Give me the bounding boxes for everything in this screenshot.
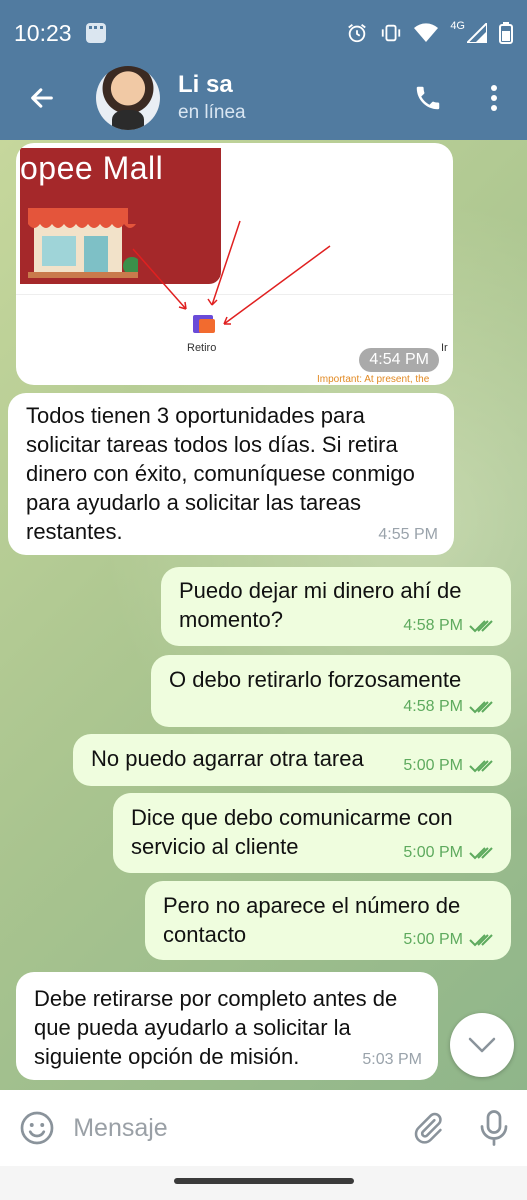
message-time: 5:00 PM	[403, 751, 495, 780]
network-type: 4G	[450, 20, 465, 32]
vibrate-icon	[382, 24, 401, 42]
double-check-icon	[469, 759, 493, 772]
chat-title: Li sa	[178, 71, 233, 98]
double-check-icon	[469, 700, 493, 713]
side-label: Ir	[441, 342, 448, 354]
retiro-label: Retiro	[187, 342, 217, 354]
message-bubble[interactable]: O debo retirarlo forzosamente 4:58 PM	[151, 655, 511, 727]
double-check-icon	[469, 619, 493, 632]
message-bubble[interactable]: Pero no aparece el número de contacto 5:…	[145, 881, 511, 960]
system-nav-bar	[0, 1166, 527, 1200]
message-time: 4:54 PM	[359, 348, 439, 372]
message-time: 4:58 PM	[403, 692, 495, 721]
call-button[interactable]	[395, 56, 461, 140]
message-time: 5:03 PM	[362, 1045, 422, 1074]
time-text: 4:55 PM	[378, 526, 438, 543]
message-time: 5:00 PM	[403, 838, 495, 867]
voice-message-button[interactable]	[461, 1090, 527, 1166]
signal-icon	[467, 23, 487, 43]
chat-title-area[interactable]: Li sa en línea	[178, 70, 246, 126]
time-text: 4:58 PM	[403, 617, 463, 634]
double-check-icon	[469, 846, 493, 859]
wallet-icon	[193, 315, 215, 333]
smiley-icon	[20, 1111, 53, 1145]
chat-header: Li sa en línea	[0, 56, 527, 140]
more-options-button[interactable]	[461, 56, 527, 140]
time-text: 5:00 PM	[403, 844, 463, 861]
attach-button[interactable]	[395, 1090, 461, 1166]
alarm-icon	[348, 24, 367, 43]
arrow-left-icon	[31, 88, 53, 108]
message-bubble[interactable]: No puedo agarrar otra tarea 5:00 PM	[73, 734, 511, 786]
message-text: No puedo agarrar otra tarea	[91, 746, 364, 771]
message-bubble[interactable]: Puedo dejar mi dinero ahí de momento? 4:…	[161, 567, 511, 646]
phone-icon	[416, 86, 440, 110]
important-text: Important: At present, the	[317, 374, 430, 385]
status-icons: 4G	[346, 20, 513, 44]
message-text: Debe retirarse por completo antes de que…	[34, 986, 398, 1069]
time-text: 5:00 PM	[403, 757, 463, 774]
home-handle[interactable]	[174, 1178, 354, 1184]
message-text: Todos tienen 3 oportunidades para solici…	[26, 403, 415, 544]
composer	[0, 1090, 527, 1166]
message-bubble[interactable]: Debe retirarse por completo antes de que…	[16, 972, 438, 1080]
message-time: 4:58 PM	[403, 611, 495, 640]
status-time: 10:23	[14, 19, 72, 46]
more-vertical-icon	[491, 85, 497, 111]
emoji-button[interactable]	[0, 1090, 73, 1166]
message-input[interactable]	[73, 1113, 396, 1143]
chevron-down-icon	[468, 1037, 496, 1053]
image-message[interactable]: opee Mall Retiro Ir Important: At presen…	[16, 143, 453, 385]
time-text: 4:58 PM	[403, 698, 463, 715]
avatar[interactable]	[96, 66, 160, 130]
chat-status: en línea	[178, 102, 246, 123]
message-bubble[interactable]: Todos tienen 3 oportunidades para solici…	[8, 393, 454, 555]
back-button[interactable]	[0, 56, 84, 140]
paperclip-icon	[414, 1112, 442, 1144]
scroll-down-button[interactable]	[450, 1013, 514, 1077]
message-time: 4:55 PM	[378, 520, 438, 549]
battery-icon	[499, 22, 513, 44]
message-list[interactable]: opee Mall Retiro Ir Important: At presen…	[0, 140, 527, 1090]
double-check-icon	[469, 933, 493, 946]
time-text: 5:03 PM	[362, 1051, 422, 1068]
time-text: 5:00 PM	[403, 931, 463, 948]
microphone-icon	[480, 1110, 508, 1146]
message-bubble[interactable]: Dice que debo comunicarme con servicio a…	[113, 793, 511, 873]
wifi-icon	[414, 23, 439, 42]
message-text: O debo retirarlo forzosamente	[169, 667, 462, 692]
message-time: 5:00 PM	[403, 925, 495, 954]
notification-app-icon	[85, 23, 106, 43]
